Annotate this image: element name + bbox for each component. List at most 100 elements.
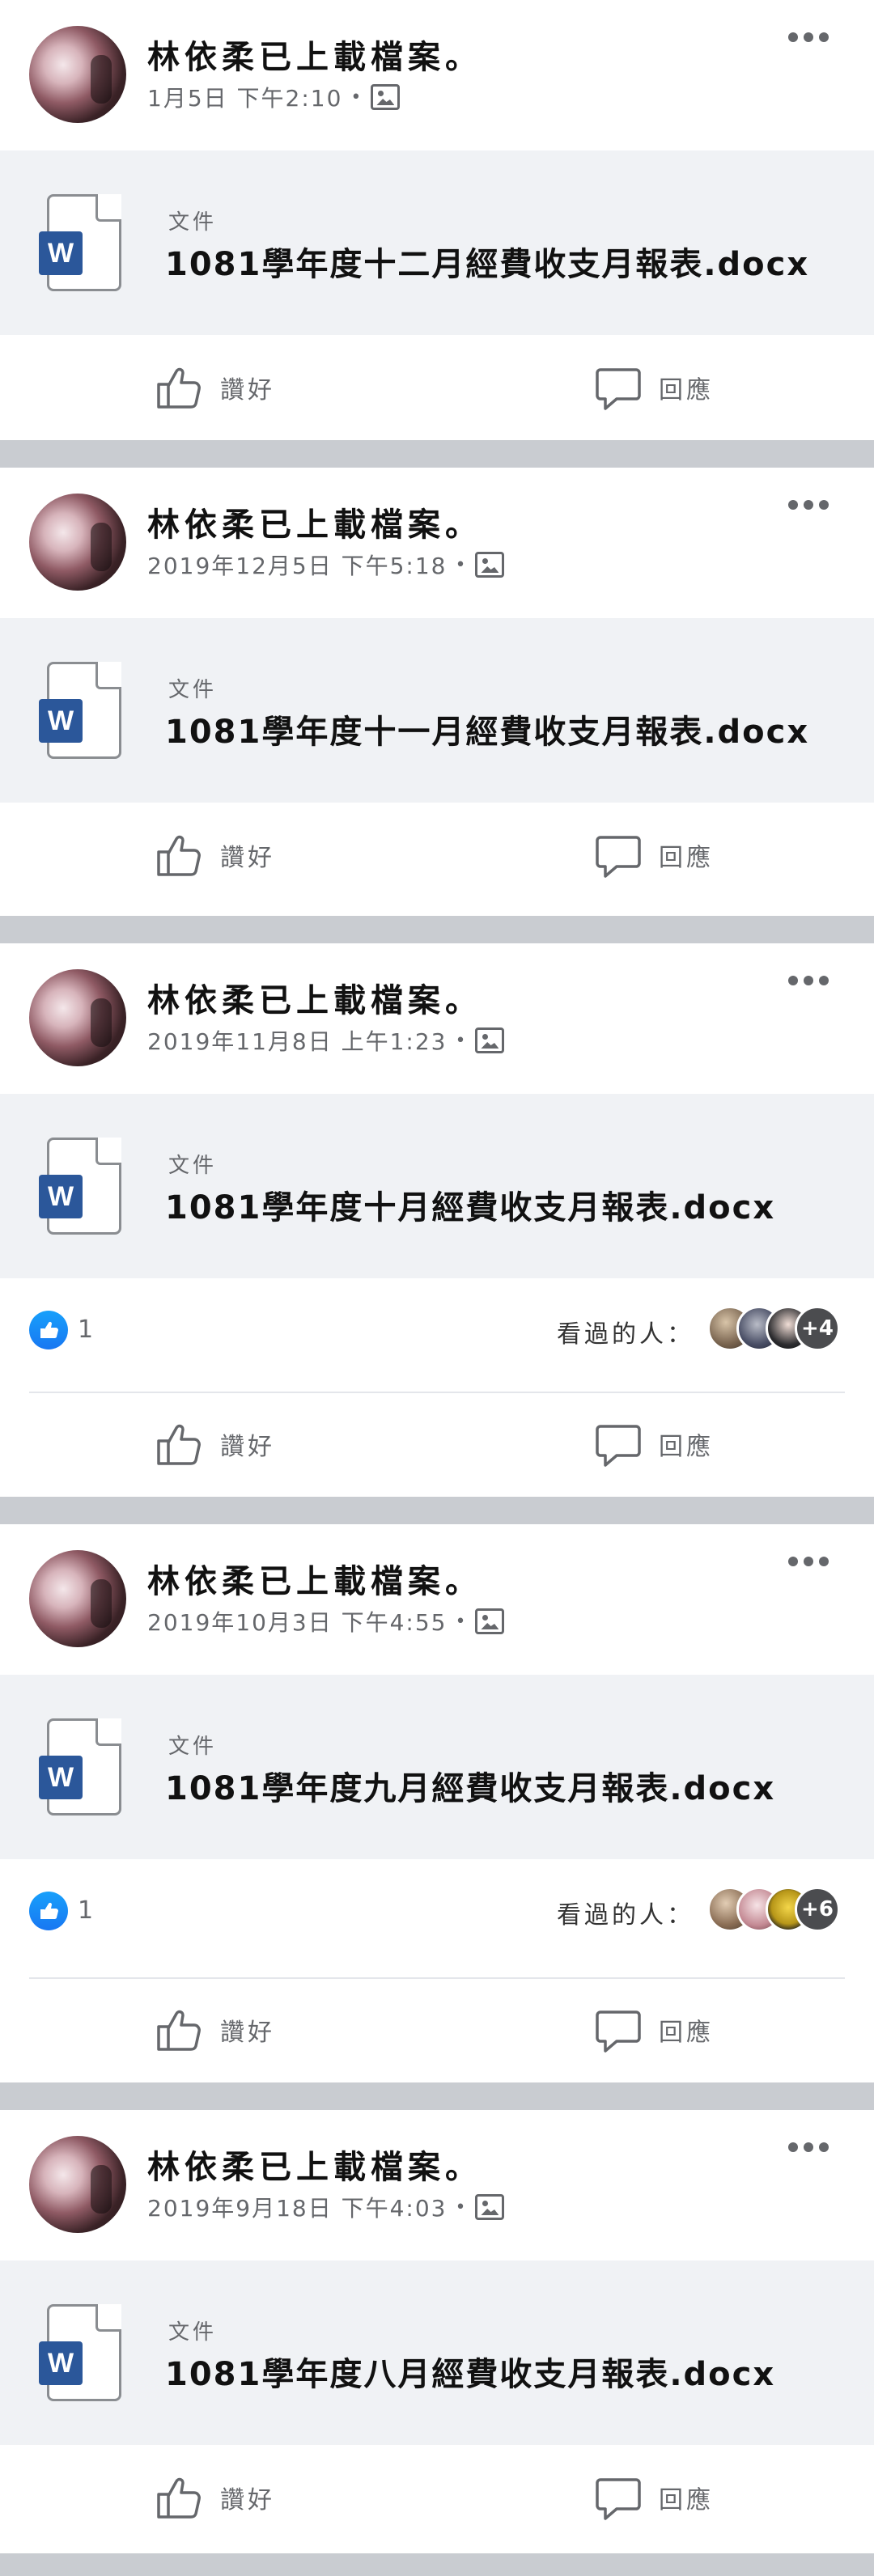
file-type-label: 文件 <box>168 1154 218 1178</box>
like-count[interactable]: 1 <box>78 1896 93 1925</box>
photo-album-icon <box>371 84 401 110</box>
word-document-icon: W <box>39 194 121 293</box>
like-label: 讚好 <box>220 844 275 872</box>
comment-label: 回應 <box>659 1433 714 1461</box>
comment-button[interactable]: 回應 <box>592 335 714 440</box>
more-horizontal-icon <box>788 1557 798 1566</box>
feed-separator <box>0 2082 874 2110</box>
file-name[interactable]: 1081學年度九月經費收支月報表.docx <box>165 1762 775 1809</box>
more-options-button[interactable] <box>788 32 829 42</box>
avatar[interactable] <box>29 1550 126 1647</box>
seen-by-more-count: +4 <box>795 1306 840 1351</box>
post-card: 林依柔已上載檔案。 1月5日 下午2:10 • W 文件 1081學年度十二月經… <box>0 0 874 440</box>
post-meta: 2019年12月5日 下午5:18 • <box>147 549 505 581</box>
comment-bubble-icon <box>596 1425 641 1467</box>
like-button[interactable]: 讚好 <box>154 1977 275 2082</box>
comment-label: 回應 <box>659 376 714 405</box>
separator-dot: • <box>350 87 363 108</box>
post-meta: 2019年11月8日 上午1:23 • <box>147 1024 505 1057</box>
avatar[interactable] <box>29 494 126 591</box>
post-card: 林依柔已上載檔案。 2019年12月5日 下午5:18 • W 文件 1081學… <box>0 468 874 916</box>
separator-dot: • <box>455 1030 468 1051</box>
separator-dot: • <box>455 554 468 575</box>
like-label: 讚好 <box>220 376 275 405</box>
more-options-button[interactable] <box>788 2142 829 2152</box>
file-name[interactable]: 1081學年度十二月經費收支月報表.docx <box>165 238 809 285</box>
post-card: 林依柔已上載檔案。 2019年11月8日 上午1:23 • W 文件 1081學… <box>0 943 874 1497</box>
action-bar: 讚好 回應 <box>0 2445 874 2550</box>
post-author[interactable]: 林依柔已上載檔案。 <box>147 2141 482 2188</box>
seen-by-label: 看過的人： <box>557 1320 694 1349</box>
like-reaction-icon[interactable] <box>29 1892 68 1930</box>
post-meta: 1月5日 下午2:10 • <box>147 81 401 113</box>
comment-bubble-icon <box>596 836 641 878</box>
like-button[interactable]: 讚好 <box>154 335 275 440</box>
post-header: 林依柔已上載檔案。 2019年10月3日 下午4:55 • <box>0 1524 874 1675</box>
like-count[interactable]: 1 <box>78 1316 93 1344</box>
more-options-button[interactable] <box>788 500 829 510</box>
comment-button[interactable]: 回應 <box>592 1392 714 1497</box>
post-author[interactable]: 林依柔已上載檔案。 <box>147 1555 482 1602</box>
thumbs-up-icon <box>157 2010 201 2051</box>
file-name[interactable]: 1081學年度十一月經費收支月報表.docx <box>165 705 809 752</box>
comment-label: 回應 <box>659 844 714 872</box>
more-horizontal-icon <box>788 500 798 510</box>
thumbs-up-icon <box>157 367 201 409</box>
thumbs-up-icon <box>157 835 201 876</box>
action-bar: 讚好 回應 <box>0 335 874 440</box>
comment-label: 回應 <box>659 2019 714 2047</box>
file-name[interactable]: 1081學年度八月經費收支月報表.docx <box>165 2348 775 2395</box>
more-options-button[interactable] <box>788 1557 829 1566</box>
post-timestamp[interactable]: 2019年10月3日 下午4:55 <box>147 1605 447 1638</box>
word-document-icon: W <box>39 2304 121 2403</box>
like-button[interactable]: 讚好 <box>154 1392 275 1497</box>
post-header: 林依柔已上載檔案。 2019年11月8日 上午1:23 • <box>0 943 874 1094</box>
post-timestamp[interactable]: 2019年12月5日 下午5:18 <box>147 549 447 581</box>
comment-button[interactable]: 回應 <box>592 1977 714 2082</box>
more-options-button[interactable] <box>788 976 829 985</box>
photo-album-icon <box>475 552 505 578</box>
avatar[interactable] <box>29 2136 126 2233</box>
feed-separator <box>0 916 874 943</box>
post-card: 林依柔已上載檔案。 2019年9月18日 下午4:03 • W 文件 1081學… <box>0 2110 874 2553</box>
file-attachment[interactable]: W 文件 1081學年度八月經費收支月報表.docx <box>0 2260 874 2445</box>
comment-button[interactable]: 回應 <box>592 2445 714 2550</box>
post-author[interactable]: 林依柔已上載檔案。 <box>147 974 482 1021</box>
comment-bubble-icon <box>596 368 641 410</box>
file-attachment[interactable]: W 文件 1081學年度九月經費收支月報表.docx <box>0 1675 874 1859</box>
action-bar: 讚好 回應 <box>0 1392 874 1497</box>
file-attachment[interactable]: W 文件 1081學年度十一月經費收支月報表.docx <box>0 618 874 803</box>
separator-dot: • <box>455 2197 468 2218</box>
post-timestamp[interactable]: 1月5日 下午2:10 <box>147 81 342 113</box>
action-bar: 讚好 回應 <box>0 1977 874 2082</box>
post-timestamp[interactable]: 2019年9月18日 下午4:03 <box>147 2191 447 2223</box>
file-name[interactable]: 1081學年度十月經費收支月報表.docx <box>165 1181 775 1228</box>
more-horizontal-icon <box>788 32 798 42</box>
post-card: 林依柔已上載檔案。 2019年10月3日 下午4:55 • W 文件 1081學… <box>0 1524 874 2082</box>
seen-by-more-count: +6 <box>795 1887 840 1932</box>
file-attachment[interactable]: W 文件 1081學年度十月經費收支月報表.docx <box>0 1094 874 1278</box>
like-reaction-icon[interactable] <box>29 1311 68 1349</box>
post-timestamp[interactable]: 2019年11月8日 上午1:23 <box>147 1024 447 1057</box>
feed-separator <box>0 2553 874 2576</box>
file-type-label: 文件 <box>168 678 218 702</box>
seen-by-avatars[interactable]: +4 <box>707 1306 845 1351</box>
seen-by-avatars[interactable]: +6 <box>707 1887 845 1932</box>
avatar[interactable] <box>29 969 126 1066</box>
like-label: 讚好 <box>220 2019 275 2047</box>
comment-bubble-icon <box>596 2010 641 2053</box>
like-button[interactable]: 讚好 <box>154 2445 275 2550</box>
like-label: 讚好 <box>220 1433 275 1461</box>
file-attachment[interactable]: W 文件 1081學年度十二月經費收支月報表.docx <box>0 150 874 335</box>
avatar[interactable] <box>29 26 126 123</box>
post-author[interactable]: 林依柔已上載檔案。 <box>147 498 482 545</box>
more-horizontal-icon <box>788 976 798 985</box>
like-button[interactable]: 讚好 <box>154 803 275 908</box>
file-type-label: 文件 <box>168 1735 218 1759</box>
word-document-icon: W <box>39 1138 121 1236</box>
word-document-icon: W <box>39 662 121 761</box>
post-author[interactable]: 林依柔已上載檔案。 <box>147 31 482 78</box>
word-document-icon: W <box>39 1718 121 1817</box>
comment-button[interactable]: 回應 <box>592 803 714 908</box>
post-header: 林依柔已上載檔案。 1月5日 下午2:10 • <box>0 0 874 150</box>
